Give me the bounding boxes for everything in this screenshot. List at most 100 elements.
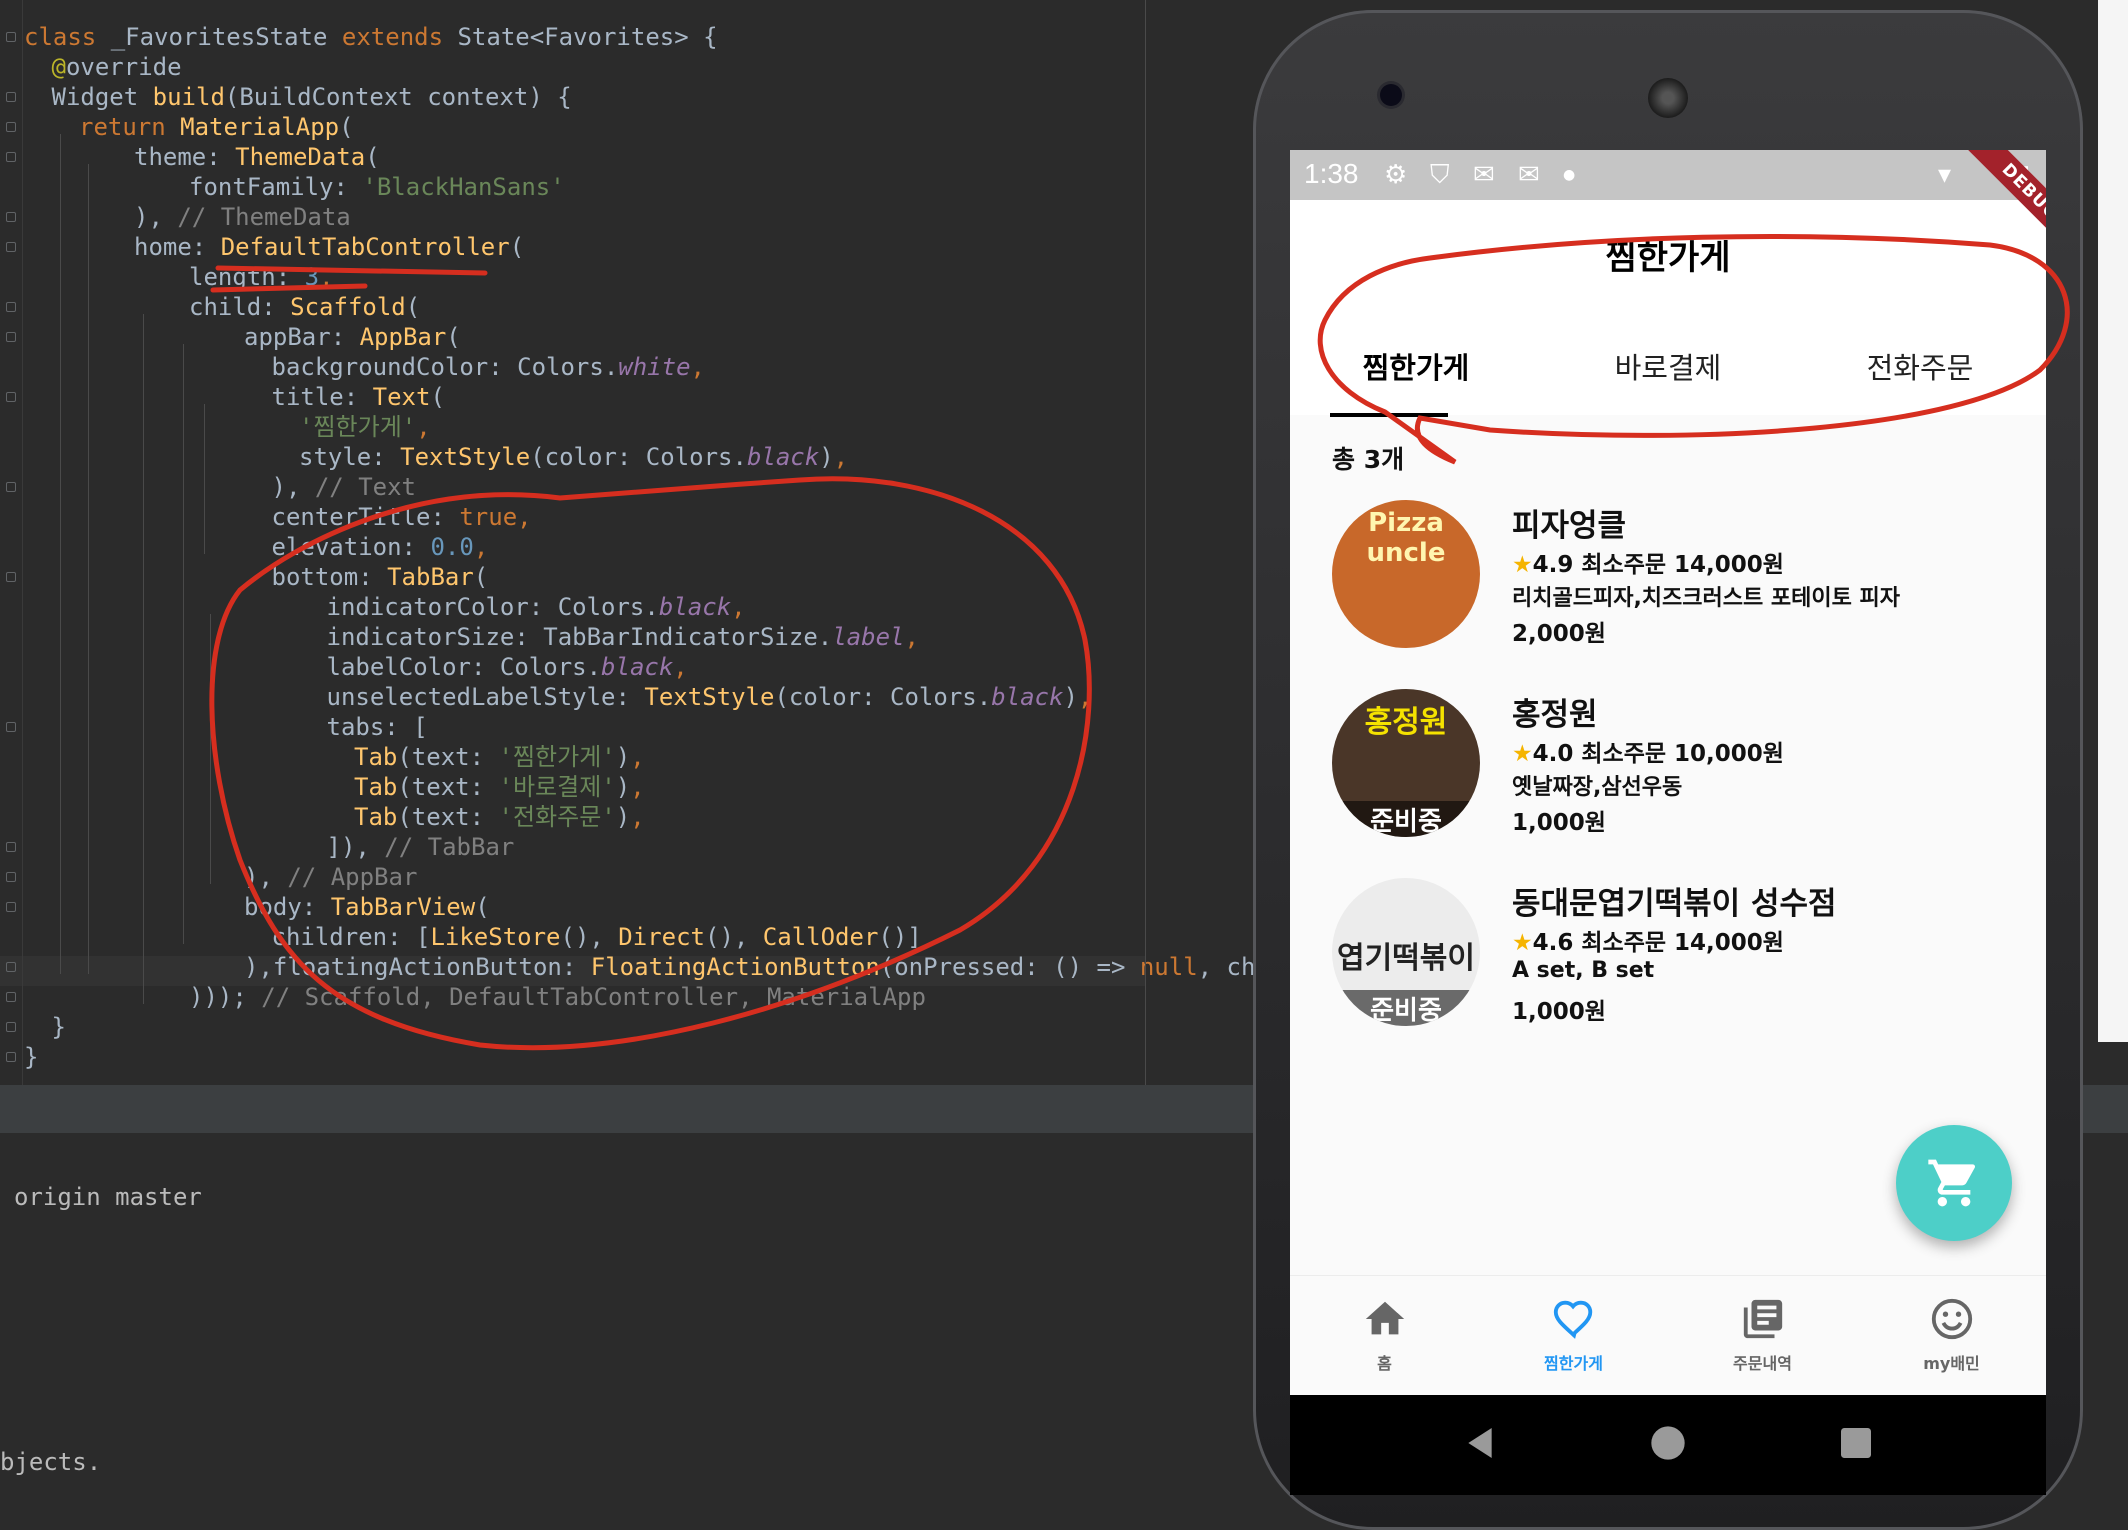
- fold-marker-icon[interactable]: [6, 152, 16, 162]
- fold-marker-icon[interactable]: [6, 902, 16, 912]
- fold-marker-icon[interactable]: [6, 722, 16, 732]
- code-token: ,: [833, 443, 849, 471]
- terminal-panel[interactable]: origin master bjects.: [0, 1133, 1255, 1488]
- code-line: ))); // Scaffold, DefaultTabController, …: [189, 982, 926, 1012]
- fold-marker-icon[interactable]: [6, 92, 16, 102]
- code-token: @: [51, 53, 66, 81]
- fold-marker-icon[interactable]: [6, 482, 16, 492]
- nav-label: my배민: [1923, 1354, 1980, 1373]
- fold-marker-icon[interactable]: [6, 842, 16, 852]
- store-name: 홍정원: [1512, 697, 1598, 733]
- fold-marker-icon[interactable]: [6, 122, 16, 132]
- code-token: null: [1139, 953, 1198, 981]
- code-token: (: [473, 563, 489, 591]
- code-line: appBar: AppBar(: [244, 322, 461, 352]
- code-line: labelColor: Colors.black,: [327, 652, 688, 682]
- home-icon: [1365, 1301, 1404, 1335]
- store-thumbnail: 엽기떡볶이 준비중: [1332, 878, 1480, 1026]
- store-row[interactable]: 홍정원 준비중 홍정원 ★4.0 최소주문 10,000원 옛날짜장,삼선우동 1,000…: [1290, 689, 2046, 859]
- nav-liked-stores[interactable]: 찜한가게: [1479, 1296, 1668, 1374]
- code-line: ),floatingActionButton: FloatingActionBu…: [244, 952, 1270, 982]
- code-token: (: [475, 893, 490, 921]
- code-token: 'BlackHanSans': [362, 173, 565, 201]
- fold-marker-icon[interactable]: [6, 962, 16, 972]
- code-token: ,: [517, 503, 532, 531]
- code-token: ): [819, 443, 834, 471]
- thumb-badge: 준비중: [1332, 801, 1480, 837]
- code-token: black: [746, 443, 820, 471]
- recents-icon[interactable]: [1836, 1423, 1876, 1463]
- fold-marker-icon[interactable]: [6, 572, 16, 582]
- tab-direct-pay[interactable]: 바로결제: [1542, 345, 1794, 387]
- code-token: build: [152, 83, 225, 111]
- code-line: @override: [52, 52, 182, 82]
- code-token: TabBar: [387, 563, 474, 591]
- code-token: // Scaffold, DefaultTabController, Mater…: [246, 983, 926, 1011]
- code-token: TabBarView: [330, 893, 476, 921]
- store-min-order: 최소주문 14,000원: [1581, 552, 1784, 578]
- code-line: indicatorColor: Colors.black,: [327, 592, 746, 622]
- code-token: body:: [244, 893, 331, 921]
- code-token: override: [65, 53, 182, 81]
- code-line: length: 3,: [189, 262, 334, 292]
- fold-marker-icon[interactable]: [6, 242, 16, 252]
- fold-marker-icon[interactable]: [6, 212, 16, 222]
- store-delivery-fee: 1,000원: [1512, 810, 1606, 836]
- star-icon: ★: [1512, 930, 1533, 956]
- code-token: (text:: [397, 803, 499, 831]
- code-token: FloatingActionButton: [590, 953, 880, 981]
- code-token: appBar:: [244, 323, 360, 351]
- code-token: white: [618, 353, 691, 381]
- code-token: ,: [630, 743, 645, 771]
- fold-marker-icon[interactable]: [6, 392, 16, 402]
- code-token: ),: [271, 473, 315, 501]
- fold-marker-icon[interactable]: [6, 872, 16, 882]
- code-token: labelColor: Colors.: [326, 653, 602, 681]
- code-token: }: [51, 1013, 66, 1041]
- store-row[interactable]: Pizza uncle 피자엉클 ★4.9 최소주문 14,000원 리치골드피자,치…: [1290, 500, 2046, 670]
- nav-home[interactable]: 홈: [1290, 1296, 1479, 1374]
- code-token: (: [509, 233, 525, 261]
- code-token: Tab: [354, 743, 398, 771]
- fold-marker-icon[interactable]: [6, 992, 16, 1002]
- terminal-line: bjects.: [0, 1448, 102, 1476]
- fold-marker-icon[interactable]: [6, 1052, 16, 1062]
- fold-marker-icon[interactable]: [6, 302, 16, 312]
- cart-button[interactable]: [1896, 1125, 2012, 1241]
- code-line: Tab(text: '전화주문'),: [354, 802, 645, 832]
- code-token: _FavoritesState: [110, 23, 342, 51]
- store-rating-line: ★4.9 최소주문 14,000원: [1512, 545, 1784, 579]
- code-token: ,: [416, 413, 431, 441]
- code-token: unselectedLabelStyle:: [326, 683, 645, 711]
- code-token: title:: [271, 383, 373, 411]
- heart-icon: [1553, 1300, 1592, 1339]
- store-rating-line: ★4.6 최소주문 14,000원: [1512, 923, 1784, 957]
- smile-icon: [1931, 1298, 1972, 1340]
- code-token: true: [459, 503, 518, 531]
- store-row[interactable]: 엽기떡볶이 준비중 동대문엽기떡볶이 성수점 ★4.6 최소주문 14,000원 A s…: [1290, 878, 2046, 1048]
- code-token: extends: [341, 23, 458, 51]
- tab-phone-order[interactable]: 전화주문: [1794, 345, 2046, 387]
- code-token: }: [24, 1043, 39, 1071]
- nav-order-history[interactable]: 주문내역: [1668, 1296, 1857, 1374]
- nav-label: 홈: [1377, 1354, 1392, 1373]
- home-circle-icon[interactable]: [1648, 1423, 1688, 1463]
- tab-liked-stores[interactable]: 찜한가게: [1290, 345, 1542, 387]
- back-icon[interactable]: [1460, 1423, 1500, 1463]
- fold-marker-icon[interactable]: [6, 32, 16, 42]
- code-token: ]),: [326, 833, 385, 861]
- code-token: '바로결제': [498, 773, 616, 801]
- code-token: '찜한가게': [498, 743, 616, 771]
- code-line: title: Text(: [272, 382, 445, 412]
- code-token: home:: [134, 233, 221, 261]
- nav-my-baemin[interactable]: my배민: [1857, 1296, 2046, 1374]
- shield-icon: ⛉: [1430, 160, 1450, 190]
- code-token: indicatorSize: TabBarIndicatorSize.: [326, 623, 833, 651]
- code-token: ): [615, 803, 631, 831]
- fold-marker-icon[interactable]: [6, 332, 16, 342]
- store-name: 피자엉클: [1512, 508, 1627, 544]
- fold-marker-icon[interactable]: [6, 1022, 16, 1032]
- phone-screen[interactable]: 1:38 ⚙ ⛉ ✉ ✉ ● ▾ ▮ 찜한가게 찜한가게 바로결제 전화주문 D…: [1290, 150, 2046, 1395]
- code-token: style:: [299, 443, 401, 471]
- code-editor[interactable]: class _FavoritesState extends State<Favo…: [0, 0, 1270, 1085]
